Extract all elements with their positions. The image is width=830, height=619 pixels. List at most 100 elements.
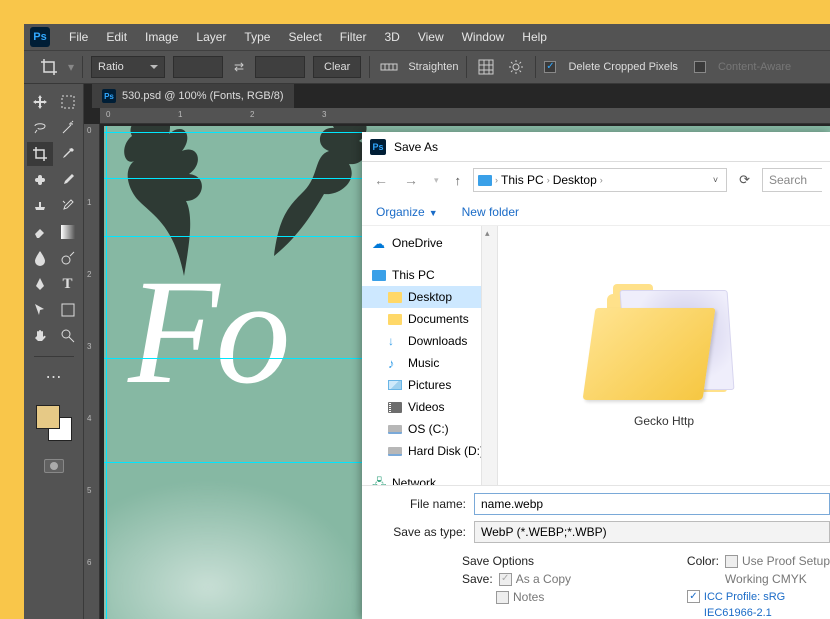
tree-item[interactable]: ♪Music <box>362 352 481 374</box>
tree-item-label: OS (C:) <box>408 422 449 436</box>
menu-edit[interactable]: Edit <box>97 24 136 50</box>
save-type-select[interactable]: WebP (*.WEBP;*.WBP) <box>474 521 830 543</box>
menu-file[interactable]: File <box>60 24 97 50</box>
crop-tool-icon[interactable] <box>27 142 53 166</box>
magic-wand-tool-icon[interactable] <box>55 116 81 140</box>
organize-menu[interactable]: Organize▼ <box>376 205 438 219</box>
nav-up-icon[interactable]: ↑ <box>451 173 466 188</box>
pc-icon <box>478 175 492 186</box>
tree-item[interactable]: ☁ OneDrive <box>362 232 481 254</box>
ruler-horizontal[interactable]: 0123 <box>100 108 830 124</box>
menu-select[interactable]: Select <box>279 24 330 50</box>
ps-file-icon: Ps <box>102 89 116 103</box>
search-input[interactable]: Search <box>762 168 822 192</box>
ratio-width-input[interactable] <box>173 56 223 78</box>
file-list[interactable]: Gecko Http <box>498 226 830 485</box>
edit-toolbar-icon[interactable]: ⋯ <box>41 365 67 389</box>
ratio-height-input[interactable] <box>255 56 305 78</box>
as-copy-checkbox <box>499 573 512 586</box>
new-folder-button[interactable]: New folder <box>462 205 519 219</box>
breadcrumb[interactable]: › This PC › Desktop › ˅ <box>473 168 727 192</box>
tree-item-label: Hard Disk (D:) <box>408 444 482 458</box>
icc-profile-detail: IEC61966-2.1 <box>704 607 772 619</box>
clone-stamp-tool-icon[interactable] <box>27 194 53 218</box>
move-tool-icon[interactable] <box>27 90 53 114</box>
zoom-tool-icon[interactable] <box>55 324 81 348</box>
tree-item-label: Music <box>408 356 439 370</box>
marquee-tool-icon[interactable] <box>55 90 81 114</box>
working-cmyk-label: Working CMYK <box>725 572 807 586</box>
breadcrumb-dropdown-icon[interactable]: ˅ <box>709 175 722 185</box>
tree-item[interactable]: OS (C:) <box>362 418 481 440</box>
quick-mask-icon[interactable] <box>44 459 64 473</box>
tree-item[interactable]: This PC <box>362 264 481 286</box>
tree-item[interactable]: 🖧 Network <box>362 472 481 485</box>
delete-cropped-checkbox[interactable] <box>544 61 556 73</box>
dodge-tool-icon[interactable] <box>55 246 81 270</box>
type-tool-icon[interactable]: T <box>55 272 81 296</box>
down-icon: ↓ <box>388 335 402 347</box>
breadcrumb-item[interactable]: Desktop <box>553 173 597 187</box>
path-select-tool-icon[interactable] <box>27 298 53 322</box>
menu-window[interactable]: Window <box>453 24 514 50</box>
hand-tool-icon[interactable] <box>27 324 53 348</box>
vid-icon <box>388 402 402 413</box>
menu-help[interactable]: Help <box>513 24 556 50</box>
pic-icon <box>388 380 402 390</box>
eyedropper-tool-icon[interactable] <box>55 142 81 166</box>
tree-scrollbar[interactable] <box>482 226 498 485</box>
nav-back-icon[interactable]: ← <box>370 172 392 188</box>
blur-tool-icon[interactable] <box>27 246 53 270</box>
brush-tool-icon[interactable] <box>55 168 81 192</box>
file-name-input[interactable]: name.webp <box>474 493 830 515</box>
icc-profile-checkbox[interactable] <box>687 590 700 603</box>
folder-icon[interactable] <box>589 284 739 404</box>
eraser-tool-icon[interactable] <box>27 220 53 244</box>
tree-item[interactable]: Pictures <box>362 374 481 396</box>
net-icon: 🖧 <box>372 477 386 485</box>
overlay-grid-icon[interactable] <box>475 56 497 78</box>
tree-item[interactable]: Videos <box>362 396 481 418</box>
menu-filter[interactable]: Filter <box>331 24 376 50</box>
tree-item[interactable]: ↓Downloads <box>362 330 481 352</box>
ruler-vertical[interactable]: 0123456 <box>84 124 100 619</box>
history-brush-tool-icon[interactable] <box>55 194 81 218</box>
cloud-icon: ☁ <box>372 237 386 249</box>
tree-item[interactable]: Documents <box>362 308 481 330</box>
tree-item[interactable]: Desktop <box>362 286 481 308</box>
ratio-select[interactable]: Ratio <box>91 56 165 78</box>
options-bar: ▾ Ratio ⇄ Clear Straighten Delete Croppe… <box>24 50 830 84</box>
menu-type[interactable]: Type <box>235 24 279 50</box>
tree-item-label: Pictures <box>408 378 451 392</box>
menu-view[interactable]: View <box>409 24 453 50</box>
straighten-label[interactable]: Straighten <box>408 61 458 73</box>
menu-3d[interactable]: 3D <box>375 24 408 50</box>
straighten-icon[interactable] <box>378 56 400 78</box>
swap-dimensions-icon[interactable]: ⇄ <box>231 60 247 74</box>
crop-settings-icon[interactable] <box>505 56 527 78</box>
save-as-dialog: Ps Save As ← → ▾ ↑ › This PC › Desktop ›… <box>362 132 830 619</box>
tree-item-label: This PC <box>392 268 435 282</box>
color-swatches[interactable] <box>34 403 74 443</box>
nav-history-icon[interactable]: ▾ <box>430 175 443 186</box>
save-type-label: Save as type: <box>362 525 474 539</box>
content-aware-checkbox[interactable] <box>694 61 706 73</box>
refresh-icon[interactable]: ⟳ <box>735 172 754 188</box>
clear-button[interactable]: Clear <box>313 56 361 78</box>
menu-image[interactable]: Image <box>136 24 187 50</box>
lasso-tool-icon[interactable] <box>27 116 53 140</box>
tree-item[interactable]: Hard Disk (D:) <box>362 440 481 462</box>
breadcrumb-item[interactable]: This PC <box>501 173 544 187</box>
shape-tool-icon[interactable] <box>55 298 81 322</box>
crop-tool-icon[interactable] <box>38 56 60 78</box>
pen-tool-icon[interactable] <box>27 272 53 296</box>
gradient-tool-icon[interactable] <box>55 220 81 244</box>
folder-label[interactable]: Gecko Http <box>634 414 694 428</box>
pc-icon <box>372 270 386 281</box>
menu-layer[interactable]: Layer <box>187 24 235 50</box>
tree-item-label: Network <box>392 476 436 485</box>
document-tab[interactable]: Ps 530.psd @ 100% (Fonts, RGB/8) <box>92 84 294 108</box>
save-sublabel: Save: <box>462 572 493 586</box>
tree-item-label: OneDrive <box>392 236 443 250</box>
healing-brush-tool-icon[interactable] <box>27 168 53 192</box>
